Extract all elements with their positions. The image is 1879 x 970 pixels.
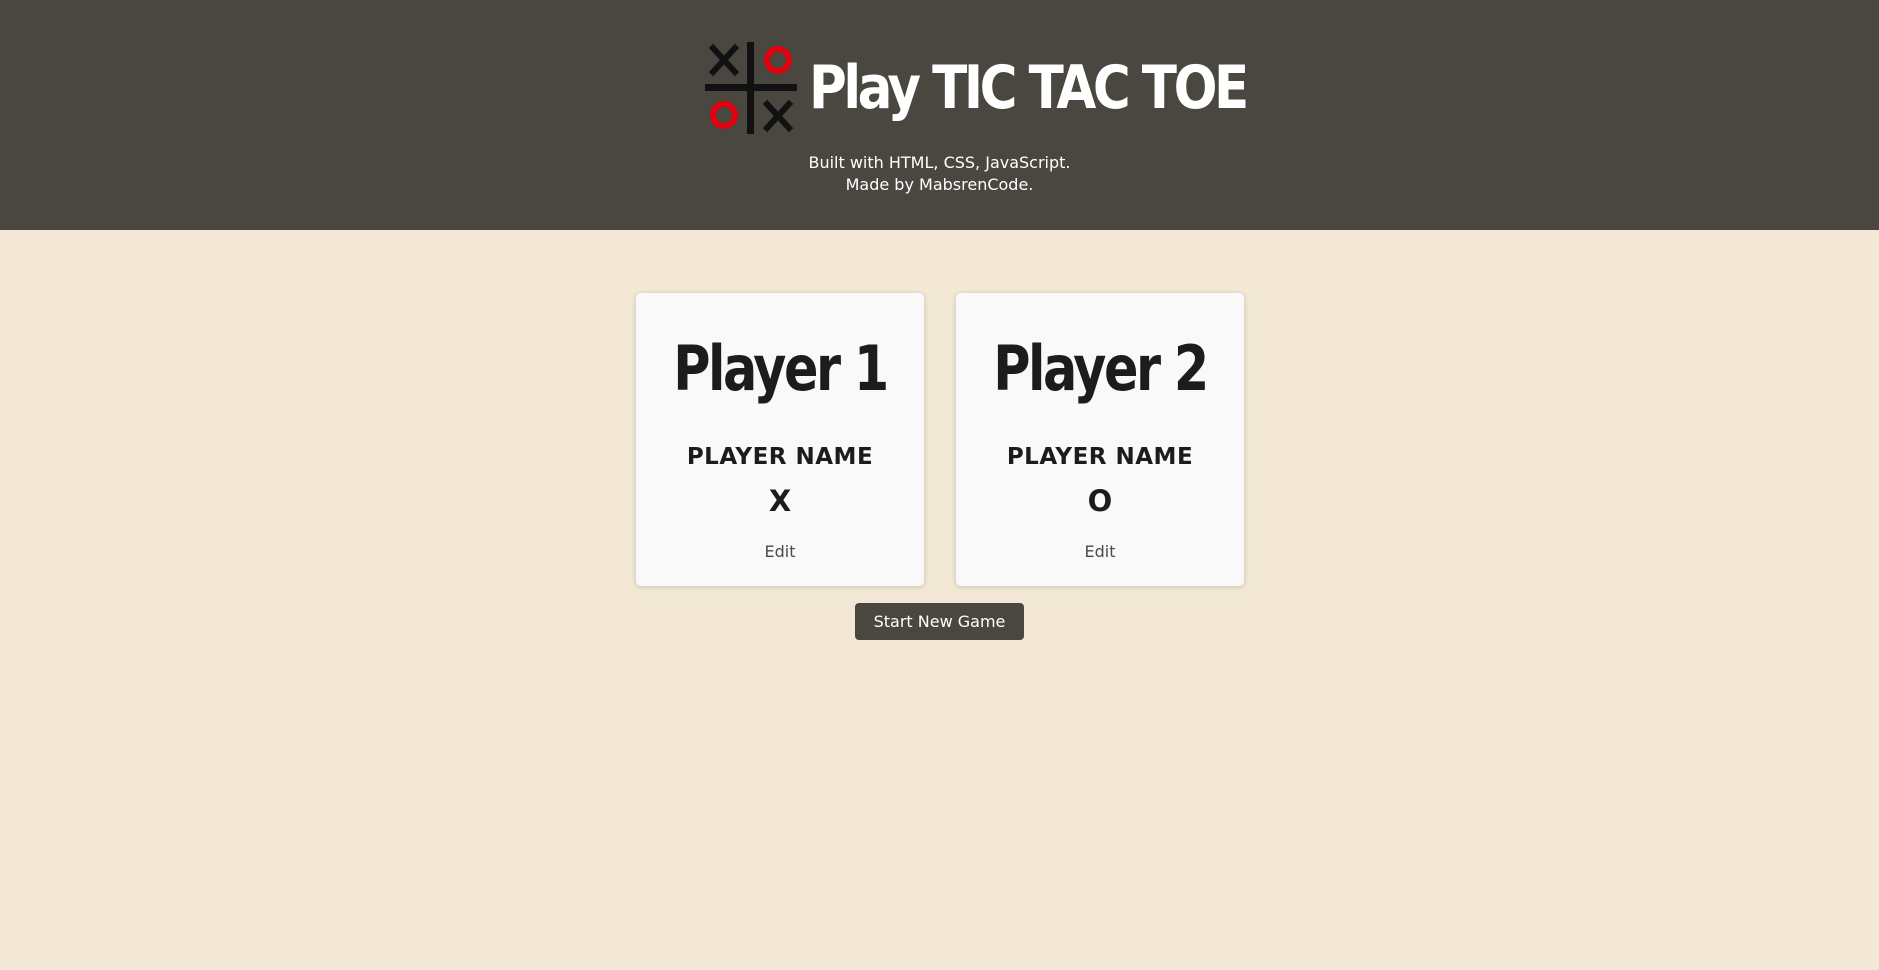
credits-tech: Built with HTML, CSS, JavaScript. bbox=[808, 153, 1071, 172]
site-header: Play TIC TAC TOE Built with HTML, CSS, J… bbox=[0, 0, 1879, 230]
player-1-name: PLAYER NAME bbox=[686, 444, 874, 470]
player-2-card: Player 2 PLAYER NAME O Edit bbox=[956, 293, 1244, 586]
player-1-symbol: X bbox=[768, 484, 792, 518]
player-2-symbol: O bbox=[1087, 484, 1113, 518]
player-1-title: Player 1 bbox=[673, 332, 889, 405]
start-new-game-button[interactable]: Start New Game bbox=[855, 603, 1024, 640]
credits-author: Made by MabsrenCode. bbox=[845, 175, 1034, 194]
site-title: Play TIC TAC TOE bbox=[809, 53, 1249, 123]
player-1-card: Player 1 PLAYER NAME X Edit bbox=[636, 293, 924, 586]
player-1-edit-button[interactable]: Edit bbox=[740, 540, 820, 564]
credits: Built with HTML, CSS, JavaScript. Made b… bbox=[0, 152, 1879, 196]
player-2-edit-button[interactable]: Edit bbox=[1060, 540, 1140, 564]
player-2-name: PLAYER NAME bbox=[1006, 444, 1194, 470]
title-row: Play TIC TAC TOE bbox=[705, 42, 1317, 134]
player-2-title: Player 2 bbox=[993, 332, 1209, 405]
tic-tac-toe-logo-icon bbox=[705, 42, 797, 134]
